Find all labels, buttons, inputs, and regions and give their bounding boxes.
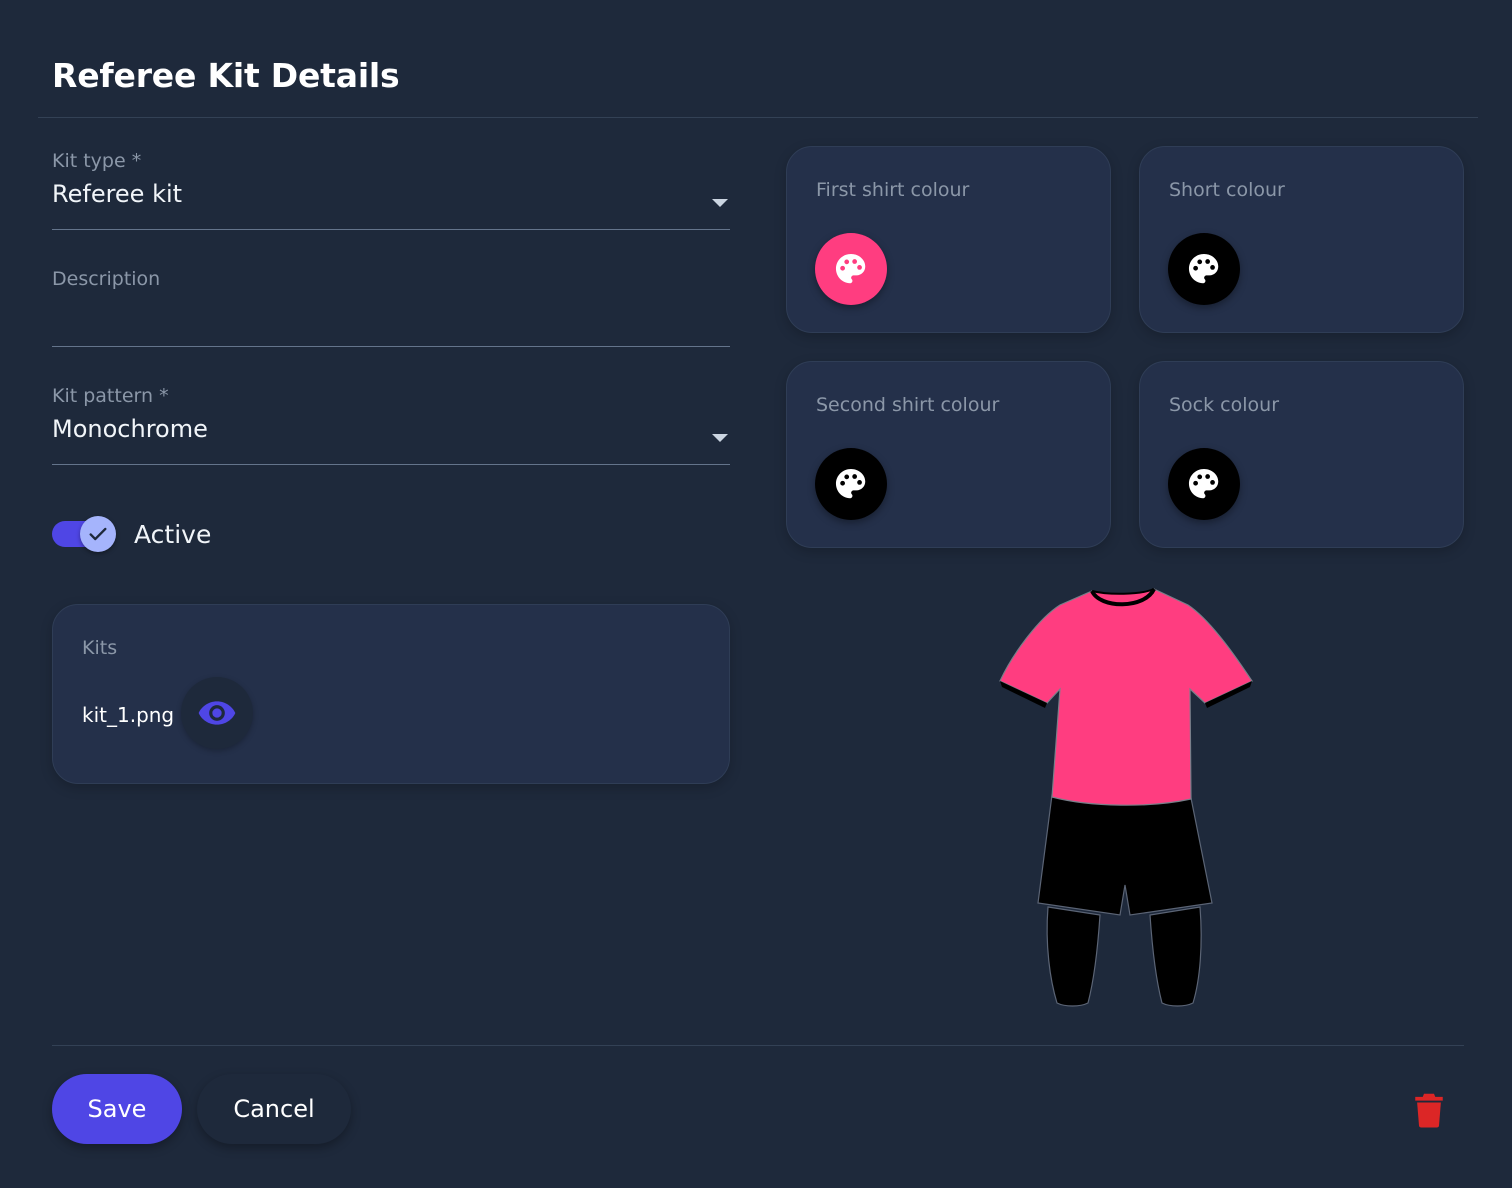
kit-type-label: Kit type * — [52, 150, 142, 172]
second-shirt-colour-card: Second shirt colour — [786, 361, 1111, 548]
footer-divider — [52, 1045, 1464, 1046]
active-toggle[interactable] — [52, 516, 116, 552]
kit-pattern-select[interactable]: Kit pattern * Monochrome — [52, 385, 730, 465]
palette-icon — [1188, 468, 1219, 499]
trash-icon — [1415, 1093, 1443, 1128]
palette-icon — [1188, 253, 1219, 284]
kit-file-name: kit_1.png — [82, 703, 175, 727]
chevron-down-icon — [712, 434, 728, 442]
check-icon — [80, 516, 116, 552]
second-shirt-colour-picker[interactable] — [815, 448, 887, 520]
kit-pattern-value: Monochrome — [52, 415, 208, 443]
description-field[interactable]: Description — [52, 268, 730, 347]
first-shirt-colour-picker[interactable] — [815, 233, 887, 305]
save-button[interactable]: Save — [52, 1074, 182, 1144]
active-toggle-row: Active — [52, 515, 211, 553]
kit-preview-image — [999, 587, 1253, 1007]
eye-icon — [198, 701, 236, 725]
chevron-down-icon — [712, 199, 728, 207]
description-value — [52, 298, 730, 330]
kit-type-select[interactable]: Kit type * Referee kit — [52, 150, 730, 230]
active-label: Active — [134, 519, 212, 549]
palette-icon — [835, 468, 866, 499]
palette-icon — [835, 253, 866, 284]
short-colour-label: Short colour — [1169, 179, 1285, 201]
title-divider — [38, 117, 1478, 118]
kits-label: Kits — [82, 637, 118, 659]
sock-colour-picker[interactable] — [1168, 448, 1240, 520]
delete-button[interactable] — [1405, 1086, 1453, 1134]
kits-card: Kits kit_1.png — [52, 604, 730, 784]
description-label: Description — [52, 268, 161, 290]
short-colour-card: Short colour — [1139, 146, 1464, 333]
cancel-button[interactable]: Cancel — [197, 1074, 351, 1144]
short-colour-picker[interactable] — [1168, 233, 1240, 305]
kit-pattern-label: Kit pattern * — [52, 385, 169, 407]
view-kit-button[interactable] — [181, 677, 253, 749]
sock-colour-card: Sock colour — [1139, 361, 1464, 548]
kit-type-value: Referee kit — [52, 180, 183, 208]
first-shirt-colour-label: First shirt colour — [816, 179, 970, 201]
dialog-title: Referee Kit Details — [52, 56, 400, 95]
sock-colour-label: Sock colour — [1169, 394, 1280, 416]
second-shirt-colour-label: Second shirt colour — [816, 394, 1000, 416]
referee-kit-dialog: Referee Kit Details Kit type * Referee k… — [0, 0, 1512, 1188]
first-shirt-colour-card: First shirt colour — [786, 146, 1111, 333]
